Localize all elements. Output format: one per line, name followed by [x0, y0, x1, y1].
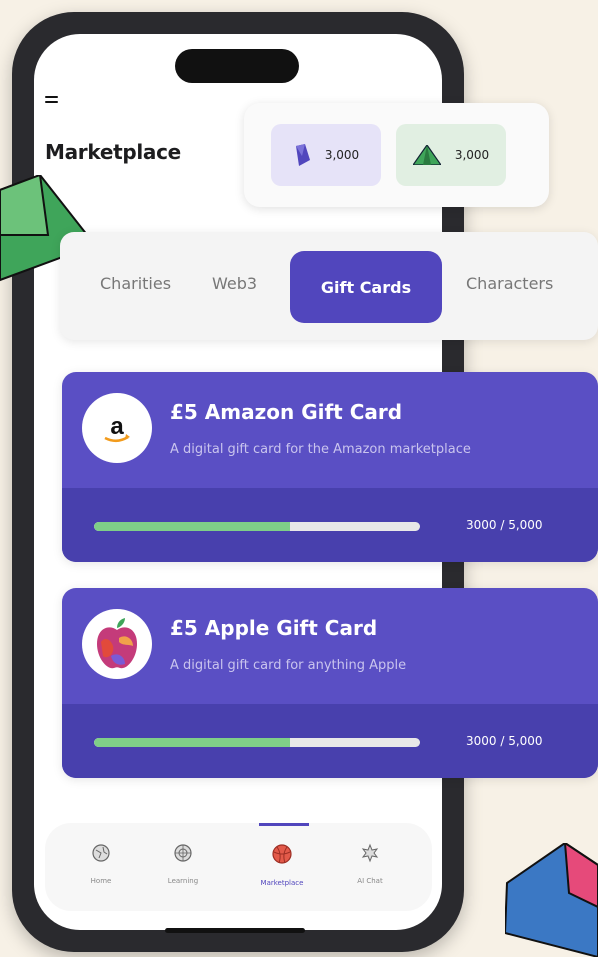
home-indicator [165, 928, 305, 933]
card-description: A digital gift card for anything Apple [170, 658, 407, 673]
nav-label: Marketplace [260, 879, 304, 887]
nav-item-learning[interactable]: Learning [148, 843, 218, 885]
ai-chat-icon [361, 843, 379, 863]
card-title: £5 Amazon Gift Card [170, 400, 403, 424]
tab-web3[interactable]: Web3 [212, 274, 257, 293]
hexagon-shape-decoration [505, 843, 598, 957]
progress-fill [94, 522, 290, 531]
category-tabs: Charities Web3 Gift Cards Characters [60, 232, 598, 340]
menu-icon[interactable] [45, 96, 58, 106]
progress-fill [94, 738, 290, 747]
dynamic-island [175, 49, 299, 83]
progress-count: 3000 / 5,000 [466, 734, 543, 748]
svg-text:a: a [110, 413, 124, 440]
pyramid-balance-value: 3,000 [454, 148, 490, 162]
home-globe-icon [92, 844, 110, 862]
nav-label: Home [90, 877, 112, 885]
tab-gift-cards[interactable]: Gift Cards [290, 251, 442, 323]
gift-card-amazon[interactable]: a £5 Amazon Gift Card A digital gift car… [62, 372, 598, 562]
pyramid-balance: 3,000 [396, 124, 506, 186]
gem-balance-value: 3,000 [324, 148, 360, 162]
nav-item-ai-chat[interactable]: AI Chat [335, 843, 405, 885]
card-title: £5 Apple Gift Card [170, 616, 378, 640]
nav-label: Learning [167, 877, 199, 885]
tab-charities[interactable]: Charities [100, 274, 171, 293]
marketplace-ball-icon [272, 844, 292, 864]
purple-gem-icon [295, 144, 310, 166]
card-progress-area: 3000 / 5,000 [62, 488, 598, 562]
page-title: Marketplace [45, 140, 181, 164]
progress-bar [94, 522, 420, 531]
tab-characters[interactable]: Characters [466, 274, 553, 293]
progress-count: 3000 / 5,000 [466, 518, 543, 532]
nav-item-marketplace[interactable]: Marketplace [247, 843, 317, 887]
apple-logo-icon [82, 609, 152, 679]
amazon-logo-icon: a [82, 393, 152, 463]
nav-label: AI Chat [357, 877, 383, 885]
balance-card: 3,000 3,000 [244, 103, 549, 207]
card-progress-area: 3000 / 5,000 [62, 704, 598, 778]
learning-icon [174, 844, 192, 862]
card-description: A digital gift card for the Amazon marke… [170, 442, 471, 457]
progress-bar [94, 738, 420, 747]
gem-balance: 3,000 [271, 124, 381, 186]
active-nav-indicator [259, 823, 309, 826]
gift-card-apple[interactable]: £5 Apple Gift Card A digital gift card f… [62, 588, 598, 778]
nav-item-home[interactable]: Home [66, 843, 136, 885]
bottom-navigation: Home Learning Marketplace AI Chat [45, 823, 432, 911]
green-pyramid-icon [412, 145, 441, 165]
